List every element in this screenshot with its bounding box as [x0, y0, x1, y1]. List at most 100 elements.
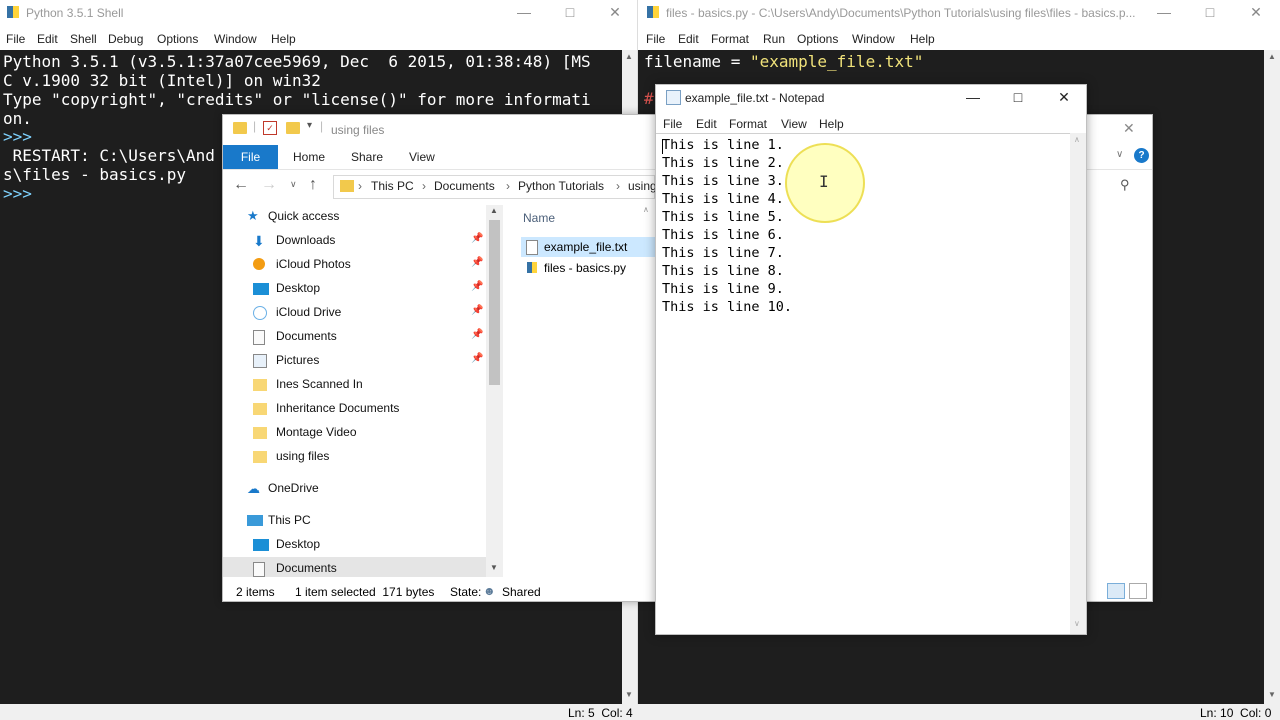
maximize-icon[interactable]: □: [1202, 4, 1218, 20]
menu-view[interactable]: View: [781, 117, 807, 131]
nav-label: Downloads: [276, 233, 336, 247]
breadcrumb-using-files[interactable]: using: [628, 179, 657, 193]
star-icon: ★: [247, 208, 259, 223]
file-row[interactable]: files - basics.py: [521, 258, 671, 278]
up-icon[interactable]: ↑: [309, 176, 317, 194]
scroll-down-icon[interactable]: ▼: [1268, 690, 1276, 699]
console-prompt: >>>: [3, 127, 42, 146]
qat-dropdown-icon[interactable]: ▾: [307, 120, 312, 131]
back-icon[interactable]: ←: [233, 176, 249, 194]
nav-quick-access[interactable]: ★ Quick access: [223, 205, 493, 229]
breadcrumb-this-pc[interactable]: This PC: [371, 179, 414, 193]
ribbon-expand-icon[interactable]: ∨: [1116, 149, 1123, 160]
scroll-up-icon[interactable]: ▲: [490, 206, 498, 215]
scroll-down-icon[interactable]: ▼: [490, 563, 498, 572]
folder-icon: [253, 427, 267, 439]
menu-file[interactable]: File: [646, 32, 665, 46]
nav-montage-video[interactable]: Montage Video: [223, 421, 493, 445]
editor-menubar: File Edit Format Run Options Window Help: [638, 28, 1280, 50]
minimize-icon[interactable]: —: [965, 89, 981, 105]
nav-pictures[interactable]: Pictures 📌: [223, 349, 493, 373]
editor-titlebar[interactable]: files - basics.py - C:\Users\Andy\Docume…: [638, 0, 1280, 26]
menu-options[interactable]: Options: [797, 32, 838, 46]
close-icon[interactable]: ✕: [1056, 89, 1072, 105]
recent-locations-icon[interactable]: ∨: [290, 179, 297, 190]
menu-help[interactable]: Help: [271, 32, 296, 46]
text-file-icon: [526, 240, 538, 255]
notepad-text-area[interactable]: This is line 1. This is line 2. This is …: [656, 133, 1070, 634]
menu-file[interactable]: File: [6, 32, 25, 46]
nav-icloud-photos[interactable]: iCloud Photos 📌: [223, 253, 493, 277]
nav-ines-scanned-in[interactable]: Ines Scanned In: [223, 373, 493, 397]
breadcrumb-python-tutorials[interactable]: Python Tutorials: [518, 179, 604, 193]
nav-this-pc[interactable]: This PC: [223, 509, 493, 533]
download-icon: ⬇: [253, 233, 265, 249]
notepad-icon: [666, 90, 681, 105]
menu-edit[interactable]: Edit: [678, 32, 699, 46]
console-line: RESTART: C:\Users\And: [3, 146, 215, 165]
menu-options[interactable]: Options: [157, 32, 198, 46]
file-name: example_file.txt: [544, 240, 628, 254]
column-header-name[interactable]: Name: [523, 211, 555, 225]
menu-debug[interactable]: Debug: [108, 32, 143, 46]
minimize-icon[interactable]: —: [1156, 4, 1172, 20]
close-icon[interactable]: ✕: [1123, 120, 1135, 137]
menu-window[interactable]: Window: [852, 32, 895, 46]
breadcrumb-documents[interactable]: Documents: [434, 179, 495, 193]
nav-inheritance-documents[interactable]: Inheritance Documents: [223, 397, 493, 421]
menu-format[interactable]: Format: [711, 32, 749, 46]
menu-shell[interactable]: Shell: [70, 32, 97, 46]
nav-icloud-drive[interactable]: iCloud Drive 📌: [223, 301, 493, 325]
pin-icon[interactable]: 📌: [471, 353, 483, 364]
shell-menubar: File Edit Shell Debug Options Window Hel…: [0, 28, 637, 50]
ribbon-tab-home[interactable]: Home: [293, 150, 325, 164]
menu-format[interactable]: Format: [729, 117, 767, 131]
nav-scroll-thumb[interactable]: [489, 220, 500, 385]
ribbon-tab-file[interactable]: File: [223, 145, 278, 169]
address-bar[interactable]: › This PC › Documents › Python Tutorials…: [333, 175, 657, 199]
pin-icon[interactable]: 📌: [471, 281, 483, 292]
nav-onedrive[interactable]: ☁ OneDrive: [223, 477, 493, 501]
scroll-down-icon[interactable]: ∨: [1074, 619, 1080, 628]
shell-titlebar[interactable]: Python 3.5.1 Shell — □ ✕: [0, 0, 637, 26]
properties-icon[interactable]: ✓: [263, 121, 277, 135]
editor-scrollbar[interactable]: ▲ ▼: [1264, 50, 1280, 704]
file-row[interactable]: example_file.txt: [521, 237, 671, 257]
new-folder-icon[interactable]: [286, 122, 300, 134]
notepad-scrollbar[interactable]: ∧ ∨: [1070, 133, 1086, 634]
close-icon[interactable]: ✕: [607, 4, 623, 20]
search-icon[interactable]: ⚲: [1120, 177, 1130, 193]
menu-edit[interactable]: Edit: [696, 117, 717, 131]
menu-edit[interactable]: Edit: [37, 32, 58, 46]
scroll-down-icon[interactable]: ▼: [625, 690, 633, 699]
maximize-icon[interactable]: □: [562, 4, 578, 20]
scroll-up-icon[interactable]: ▲: [625, 52, 633, 61]
ribbon-tab-view[interactable]: View: [409, 150, 435, 164]
nav-this-pc-desktop[interactable]: Desktop: [223, 533, 493, 557]
nav-desktop[interactable]: Desktop 📌: [223, 277, 493, 301]
scroll-up-icon[interactable]: ∧: [1074, 135, 1080, 144]
pin-icon[interactable]: 📌: [471, 305, 483, 316]
pin-icon[interactable]: 📌: [471, 233, 483, 244]
close-icon[interactable]: ✕: [1248, 4, 1264, 20]
nav-downloads[interactable]: ⬇ Downloads 📌: [223, 229, 493, 253]
notepad-titlebar[interactable]: example_file.txt - Notepad — □ ✕: [656, 85, 1086, 111]
help-icon[interactable]: ?: [1134, 148, 1149, 163]
menu-file[interactable]: File: [663, 117, 682, 131]
forward-icon[interactable]: →: [261, 176, 277, 194]
nav-this-pc-documents[interactable]: Documents: [223, 557, 493, 577]
menu-help[interactable]: Help: [910, 32, 935, 46]
maximize-icon[interactable]: □: [1010, 89, 1026, 105]
menu-help[interactable]: Help: [819, 117, 844, 131]
minimize-icon[interactable]: —: [516, 4, 532, 20]
nav-documents[interactable]: Documents 📌: [223, 325, 493, 349]
menu-window[interactable]: Window: [214, 32, 257, 46]
ribbon-tab-share[interactable]: Share: [351, 150, 383, 164]
console-line: Python 3.5.1 (v3.5.1:37a07cee5969, Dec 6…: [3, 52, 591, 71]
pin-icon[interactable]: 📌: [471, 329, 483, 340]
nav-scrollbar[interactable]: ▲ ▼: [486, 205, 503, 577]
pin-icon[interactable]: 📌: [471, 257, 483, 268]
scroll-up-icon[interactable]: ▲: [1268, 52, 1276, 61]
nav-using-files[interactable]: using files: [223, 445, 493, 469]
menu-run[interactable]: Run: [763, 32, 785, 46]
